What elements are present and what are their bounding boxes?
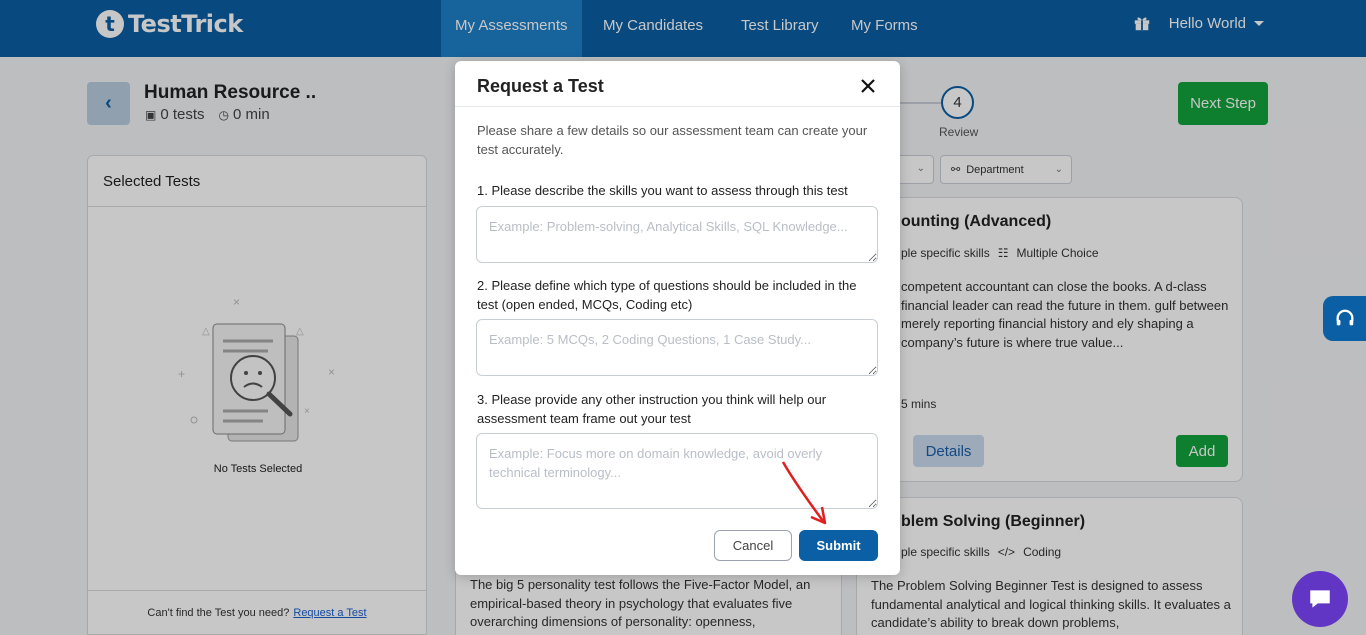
request-test-modal: Request a Test Please share a few detail… xyxy=(455,61,900,575)
question-1-label: 1. Please describe the skills you want t… xyxy=(477,183,848,198)
chat-button[interactable] xyxy=(1292,571,1348,627)
chat-icon xyxy=(1310,590,1330,608)
submit-button[interactable]: Submit xyxy=(799,530,878,561)
close-icon[interactable] xyxy=(859,77,877,95)
question-2-label: 2. Please define which type of questions… xyxy=(477,278,857,312)
instructions-textarea[interactable] xyxy=(476,433,878,509)
headset-icon xyxy=(1336,309,1353,325)
modal-title: Request a Test xyxy=(477,76,604,96)
modal-header: Request a Test xyxy=(455,61,900,107)
cancel-button[interactable]: Cancel xyxy=(714,530,792,561)
support-button[interactable] xyxy=(1323,296,1366,341)
skills-textarea[interactable] xyxy=(476,206,878,263)
question-3-label: 3. Please provide any other instruction … xyxy=(477,392,827,426)
question-types-textarea[interactable] xyxy=(476,319,878,376)
modal-intro: Please share a few details so our assess… xyxy=(477,123,868,157)
